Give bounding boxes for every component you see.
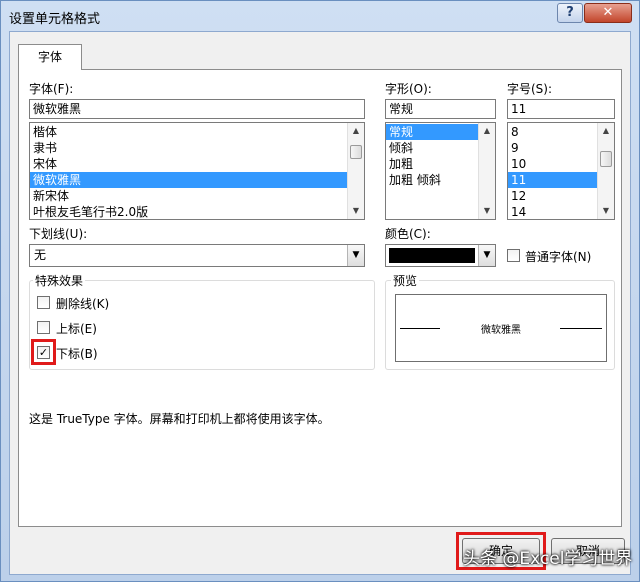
format-cells-dialog: 设置单元格格式 ? ✕ 字体 字体(F): 微软雅黑 楷体 隶书 宋体 微软雅黑… xyxy=(0,0,640,582)
close-button[interactable]: ✕ xyxy=(584,3,632,23)
list-item[interactable]: 楷体 xyxy=(30,124,364,140)
highlight-frame xyxy=(31,339,56,365)
list-item[interactable]: 10 xyxy=(508,156,598,172)
color-select[interactable]: ▼ xyxy=(385,244,496,267)
underline-value: 无 xyxy=(34,248,47,262)
dialog-client: 字体 字体(F): 微软雅黑 楷体 隶书 宋体 微软雅黑 新宋体 叶根友毛笔行书… xyxy=(9,31,631,575)
scroll-down-icon[interactable]: ▼ xyxy=(479,203,495,219)
normal-font-checkbox[interactable] xyxy=(507,249,520,262)
list-item-selected[interactable]: 常规 xyxy=(386,124,479,140)
font-style-list[interactable]: 常规 倾斜 加粗 加粗 倾斜 ▲ ▼ xyxy=(385,122,496,220)
scroll-down-icon[interactable]: ▼ xyxy=(598,203,614,219)
scroll-up-icon[interactable]: ▲ xyxy=(348,123,364,139)
list-item[interactable]: 8 xyxy=(508,124,598,140)
list-item[interactable]: 加粗 xyxy=(386,156,479,172)
close-icon: ✕ xyxy=(602,5,614,20)
font-tab-panel: 字体(F): 微软雅黑 楷体 隶书 宋体 微软雅黑 新宋体 叶根友毛笔行书2.0… xyxy=(18,69,622,527)
underline-select[interactable]: 无 ▼ xyxy=(29,244,365,267)
list-item[interactable]: 12 xyxy=(508,188,598,204)
style-label: 字形(O): xyxy=(385,82,432,96)
scroll-thumb[interactable] xyxy=(600,151,612,167)
dialog-title: 设置单元格格式 xyxy=(9,12,101,27)
font-size-list[interactable]: 8 9 10 11 12 14 ▲ ▼ xyxy=(507,122,615,220)
scroll-thumb[interactable] xyxy=(350,145,362,159)
list-item[interactable]: 宋体 xyxy=(30,156,364,172)
list-item[interactable]: 新宋体 xyxy=(30,188,364,204)
font-list[interactable]: 楷体 隶书 宋体 微软雅黑 新宋体 叶根友毛笔行书2.0版 ▲ ▼ xyxy=(29,122,365,220)
chevron-down-icon[interactable]: ▼ xyxy=(478,245,495,266)
normal-font-label: 普通字体(N) xyxy=(525,250,592,264)
color-swatch xyxy=(389,248,475,263)
subscript-label: 下标(B) xyxy=(56,347,98,361)
superscript-label: 上标(E) xyxy=(56,322,97,336)
scroll-up-icon[interactable]: ▲ xyxy=(598,123,614,139)
effects-title: 特殊效果 xyxy=(33,272,86,289)
watermark-text: 头条 @Excel学习世界 xyxy=(463,549,633,569)
list-item[interactable]: 叶根友毛笔行书2.0版 xyxy=(30,204,364,219)
list-item[interactable]: 加粗 倾斜 xyxy=(386,172,479,188)
superscript-checkbox[interactable] xyxy=(37,321,50,334)
list-item[interactable]: 倾斜 xyxy=(386,140,479,156)
list-item[interactable]: 14 xyxy=(508,204,598,219)
color-label: 颜色(C): xyxy=(385,227,431,241)
underline-label: 下划线(U): xyxy=(29,227,88,241)
tab-font[interactable]: 字体 xyxy=(18,44,82,70)
help-button[interactable]: ? xyxy=(557,3,583,23)
list-item-selected[interactable]: 11 xyxy=(508,172,598,188)
strikethrough-label: 删除线(K) xyxy=(56,297,110,311)
title-bar[interactable]: 设置单元格格式 ? ✕ xyxy=(1,1,639,31)
list-item[interactable]: 9 xyxy=(508,140,598,156)
strikethrough-checkbox[interactable] xyxy=(37,296,50,309)
style-list-scrollbar[interactable]: ▲ ▼ xyxy=(478,123,495,219)
list-item-selected[interactable]: 微软雅黑 xyxy=(30,172,364,188)
truetype-info-text: 这是 TrueType 字体。屏幕和打印机上都将使用该字体。 xyxy=(29,412,330,426)
font-list-scrollbar[interactable]: ▲ ▼ xyxy=(347,123,364,219)
preview-title: 预览 xyxy=(391,272,420,289)
preview-box: 微软雅黑 xyxy=(395,294,607,362)
font-style-input[interactable]: 常规 xyxy=(385,99,496,119)
preview-sample-text: 微软雅黑 xyxy=(481,325,521,336)
size-label: 字号(S): xyxy=(507,82,553,96)
size-list-scrollbar[interactable]: ▲ ▼ xyxy=(597,123,614,219)
font-size-input[interactable]: 11 xyxy=(507,99,615,119)
chevron-down-icon[interactable]: ▼ xyxy=(347,245,364,266)
help-icon: ? xyxy=(566,5,574,20)
scroll-up-icon[interactable]: ▲ xyxy=(479,123,495,139)
list-item[interactable]: 隶书 xyxy=(30,140,364,156)
scroll-down-icon[interactable]: ▼ xyxy=(348,203,364,219)
font-label: 字体(F): xyxy=(29,82,74,96)
font-name-input[interactable]: 微软雅黑 xyxy=(29,99,365,119)
